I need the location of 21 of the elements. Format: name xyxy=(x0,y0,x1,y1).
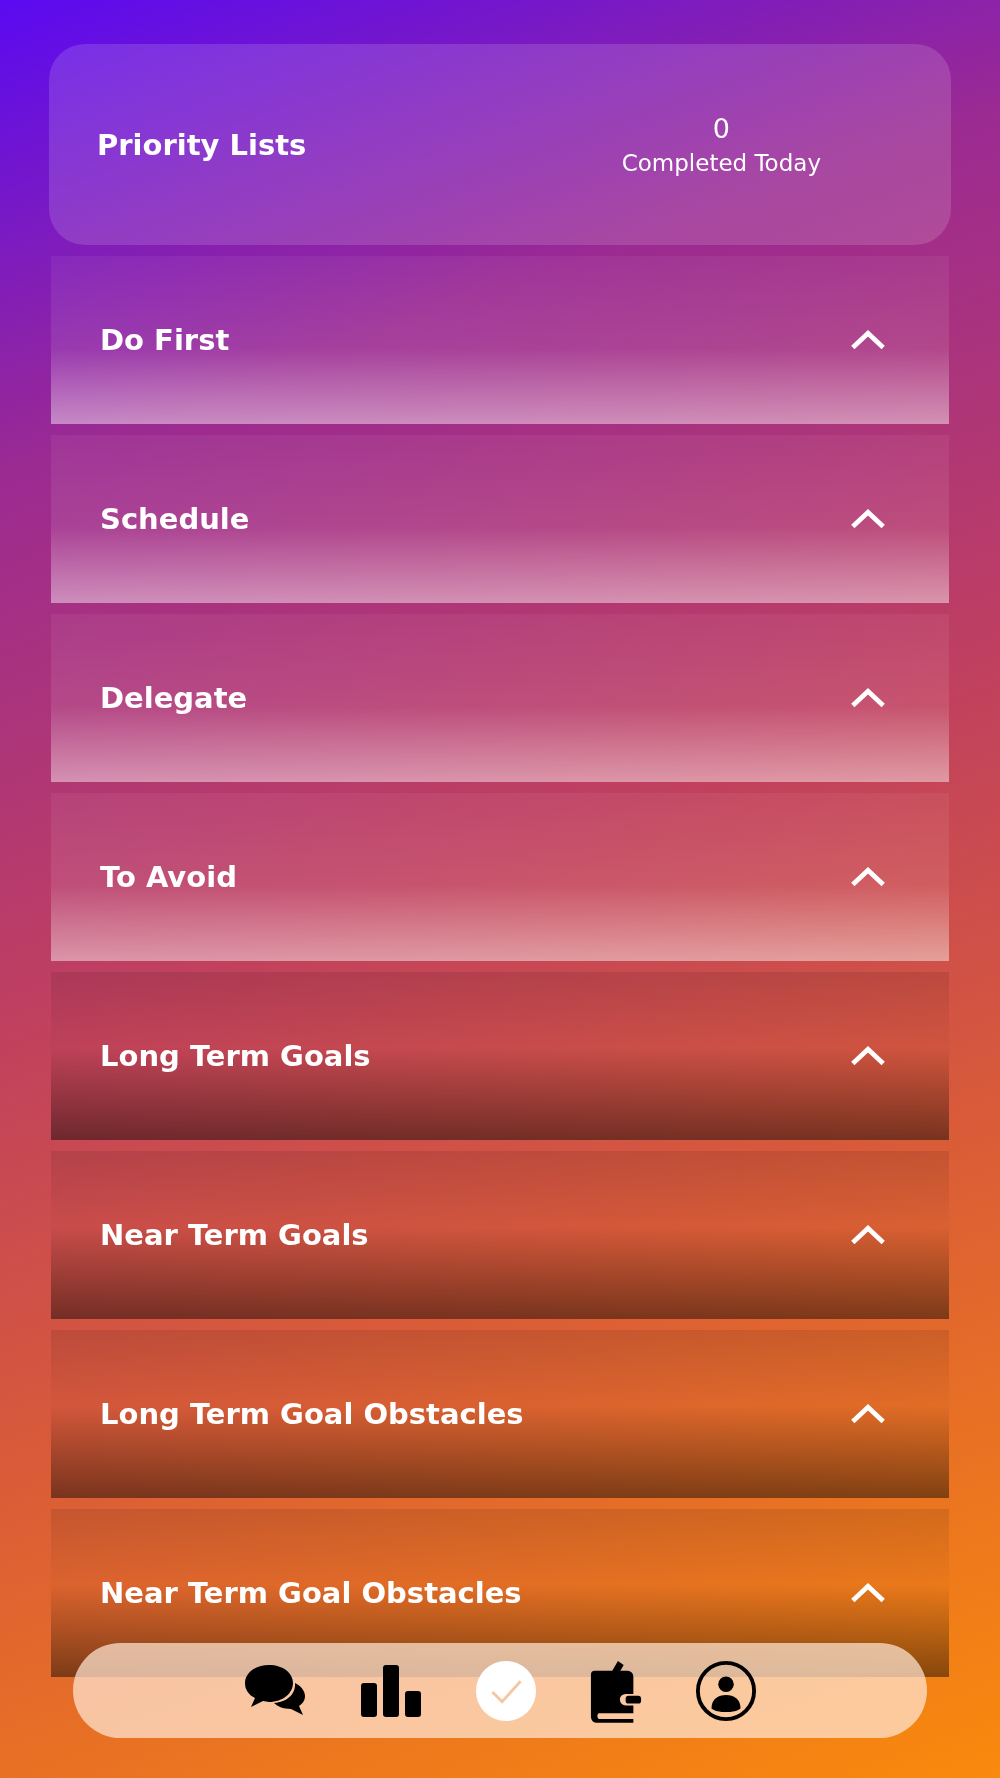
list-section-header[interactable]: Do First xyxy=(51,256,949,424)
chevron-icon[interactable] xyxy=(849,328,887,352)
list-section-header[interactable]: To Avoid xyxy=(51,793,949,961)
chevron-icon[interactable] xyxy=(849,865,887,889)
completed-label: Completed Today xyxy=(621,150,821,176)
chevron-icon[interactable] xyxy=(849,507,887,531)
list-section-header[interactable]: Long Term Goal Obstacles xyxy=(51,1330,949,1498)
list-section-header[interactable]: Delegate xyxy=(51,614,949,782)
page-title: Priority Lists xyxy=(97,127,307,162)
bar-chart-icon[interactable] xyxy=(359,1662,423,1719)
profile-icon[interactable] xyxy=(695,1659,757,1722)
checkmark-icon[interactable] xyxy=(475,1659,537,1722)
chevron-icon[interactable] xyxy=(849,1223,887,1247)
list-section-header[interactable]: Long Term Goals xyxy=(51,972,949,1140)
chevron-icon[interactable] xyxy=(849,1581,887,1605)
completed-count: 0 xyxy=(712,113,730,144)
list-section-header[interactable]: Schedule xyxy=(51,435,949,603)
chevron-icon[interactable] xyxy=(849,1402,887,1426)
list-section-header[interactable]: Near Term Goals xyxy=(51,1151,949,1319)
chevron-icon[interactable] xyxy=(849,686,887,710)
chevron-icon[interactable] xyxy=(849,1044,887,1068)
